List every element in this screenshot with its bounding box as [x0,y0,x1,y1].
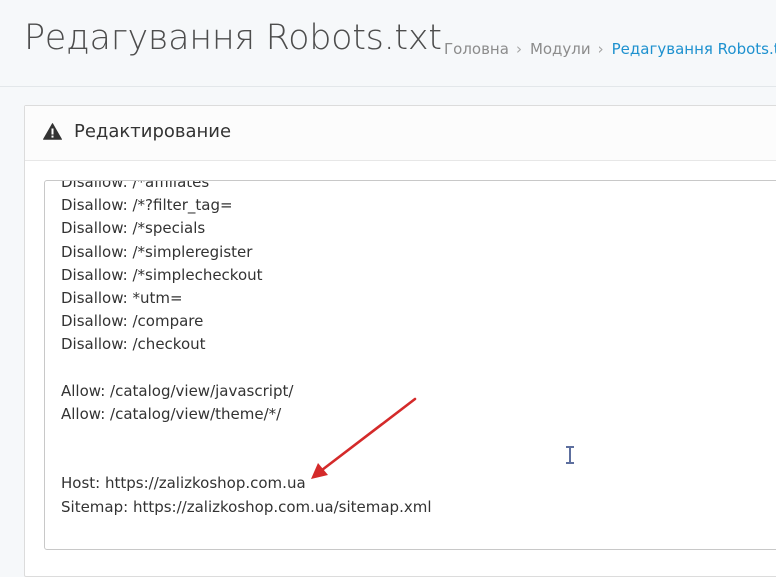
editor-content: Disallow: /*affiliates Disallow: /*?filte… [61,180,432,519]
editor-line: Disallow: /*affiliates [61,180,210,191]
panel-heading: Редактирование [25,106,776,161]
breadcrumb-current[interactable]: Редагування Robots.txt [612,40,776,58]
page-header: Редагування Robots.txt Головна › Модули › Ре… [0,0,776,87]
breadcrumb-separator-icon: › [597,40,604,58]
warning-icon [43,123,62,140]
editor-line: Sitemap: https://zalizkoshop.com.ua/site… [61,497,432,516]
robots-txt-textarea[interactable]: Disallow: /*affiliates Disallow: /*?filte… [44,180,776,550]
breadcrumb-home[interactable]: Головна [444,40,509,58]
editor-line: Disallow: /*simplecheckout [61,265,263,284]
editor-line: Disallow: /compare [61,312,204,331]
breadcrumb: Головна › Модули › Редагування Robots.txt [444,40,776,58]
editor-line: Disallow: *utm= [61,288,183,307]
text-cursor-icon [566,446,574,464]
editor-line: Disallow: /*specials [61,219,206,238]
breadcrumb-separator-icon: › [515,40,522,58]
editor-line: Host: https://zalizkoshop.com.ua [61,474,306,493]
editor-line: Disallow: /*simpleregister [61,242,253,261]
edit-panel: Редактирование Disallow: /*affiliates Dis… [24,105,776,577]
panel-title: Редактирование [74,121,232,142]
editor-line: Allow: /catalog/view/javascript/ [61,381,294,400]
breadcrumb-modules[interactable]: Модули [530,40,591,58]
editor-line: Disallow: /*?filter_tag= [61,196,233,215]
page-title: Редагування Robots.txt [24,18,442,58]
editor-line: Allow: /catalog/view/theme/*/ [61,404,282,423]
editor-line: Disallow: /checkout [61,335,206,354]
